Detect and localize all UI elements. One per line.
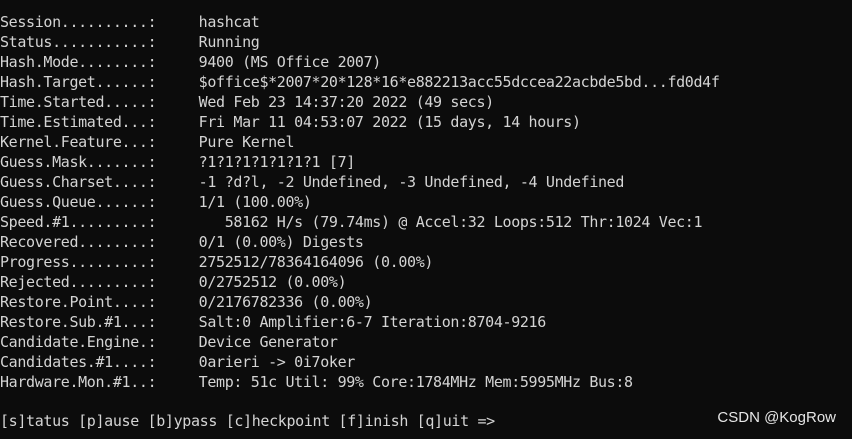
status-label: Guess.Queue......: <box>0 193 157 211</box>
status-line-candidate-engine: Candidate.Engine.: Device Generator <box>0 332 852 352</box>
status-value: 1/1 (100.00%) <box>190 193 312 211</box>
status-label: Session..........: <box>0 13 157 31</box>
status-label: Hash.Target......: <box>0 73 157 91</box>
status-label: Restore.Sub.#1...: <box>0 313 157 331</box>
watermark: CSDN @KogRow <box>717 409 836 426</box>
status-label: Guess.Mask.......: <box>0 153 157 171</box>
status-line-progress: Progress.........: 2752512/78364164096 (… <box>0 252 852 272</box>
status-label: Guess.Charset....: <box>0 173 157 191</box>
status-value: 9400 (MS Office 2007) <box>190 53 382 71</box>
status-line-restore-sub: Restore.Sub.#1...: Salt:0 Amplifier:6-7 … <box>0 312 852 332</box>
status-label: Restore.Point....: <box>0 293 157 311</box>
status-value: Running <box>190 33 260 51</box>
status-value: Wed Feb 23 14:37:20 2022 (49 secs) <box>190 93 495 111</box>
status-line-time-started: Time.Started.....: Wed Feb 23 14:37:20 2… <box>0 92 852 112</box>
status-label: Hardware.Mon.#1..: <box>0 373 157 391</box>
status-line-guess-queue: Guess.Queue......: 1/1 (100.00%) <box>0 192 852 212</box>
status-value: 2752512/78364164096 (0.00%) <box>190 253 434 271</box>
status-label: Progress.........: <box>0 253 157 271</box>
status-value: 0/2176782336 (0.00%) <box>190 293 373 311</box>
status-value: -1 ?d?l, -2 Undefined, -3 Undefined, -4 … <box>190 173 625 191</box>
status-label: Speed.#1.........: <box>0 213 157 231</box>
status-line-guess-mask: Guess.Mask.......: ?1?1?1?1?1?1?1 [7] <box>0 152 852 172</box>
status-line-rejected: Rejected.........: 0/2752512 (0.00%) <box>0 272 852 292</box>
status-value: 58162 H/s (79.74ms) @ Accel:32 Loops:512… <box>190 213 703 231</box>
status-value: hashcat <box>190 13 260 31</box>
status-line-hardware-mon: Hardware.Mon.#1..: Temp: 51c Util: 99% C… <box>0 372 852 392</box>
status-line-recovered: Recovered........: 0/1 (0.00%) Digests <box>0 232 852 252</box>
status-line-hash-mode: Hash.Mode........: 9400 (MS Office 2007) <box>0 52 852 72</box>
status-value: 0/1 (0.00%) Digests <box>190 233 364 251</box>
status-label: Rejected.........: <box>0 273 157 291</box>
status-label: Recovered........: <box>0 233 157 251</box>
terminal-output: Session..........: hashcat Status.......… <box>0 12 852 392</box>
status-value: Salt:0 Amplifier:6-7 Iteration:8704-9216 <box>190 313 547 331</box>
status-label: Candidate.Engine.: <box>0 333 157 351</box>
status-line-status: Status...........: Running <box>0 32 852 52</box>
status-value: 0arieri -> 0i7oker <box>190 353 356 371</box>
status-value: Device Generator <box>190 333 338 351</box>
status-line-guess-charset: Guess.Charset....: -1 ?d?l, -2 Undefined… <box>0 172 852 192</box>
status-label: Status...........: <box>0 33 157 51</box>
status-line-hash-target: Hash.Target......: $office$*2007*20*128*… <box>0 72 852 92</box>
command-prompt[interactable]: [s]tatus [p]ause [b]ypass [c]heckpoint [… <box>0 411 495 431</box>
status-line-restore-point: Restore.Point....: 0/2176782336 (0.00%) <box>0 292 852 312</box>
status-label: Kernel.Feature...: <box>0 133 157 151</box>
status-value: ?1?1?1?1?1?1?1 [7] <box>190 153 356 171</box>
status-line-time-estimated: Time.Estimated...: Fri Mar 11 04:53:07 2… <box>0 112 852 132</box>
status-label: Hash.Mode........: <box>0 53 157 71</box>
status-value: Fri Mar 11 04:53:07 2022 (15 days, 14 ho… <box>190 113 581 131</box>
status-label: Candidates.#1....: <box>0 353 157 371</box>
status-value: 0/2752512 (0.00%) <box>190 273 347 291</box>
status-label: Time.Estimated...: <box>0 113 157 131</box>
status-value: Temp: 51c Util: 99% Core:1784MHz Mem:599… <box>190 373 633 391</box>
status-line-candidates: Candidates.#1....: 0arieri -> 0i7oker <box>0 352 852 372</box>
status-line-speed: Speed.#1.........: 58162 H/s (79.74ms) @… <box>0 212 852 232</box>
status-label: Time.Started.....: <box>0 93 157 111</box>
status-value: Pure Kernel <box>190 133 295 151</box>
status-line-kernel-feature: Kernel.Feature...: Pure Kernel <box>0 132 852 152</box>
status-value: $office$*2007*20*128*16*e882213acc55dcce… <box>190 73 720 91</box>
status-line-session: Session..........: hashcat <box>0 12 852 32</box>
